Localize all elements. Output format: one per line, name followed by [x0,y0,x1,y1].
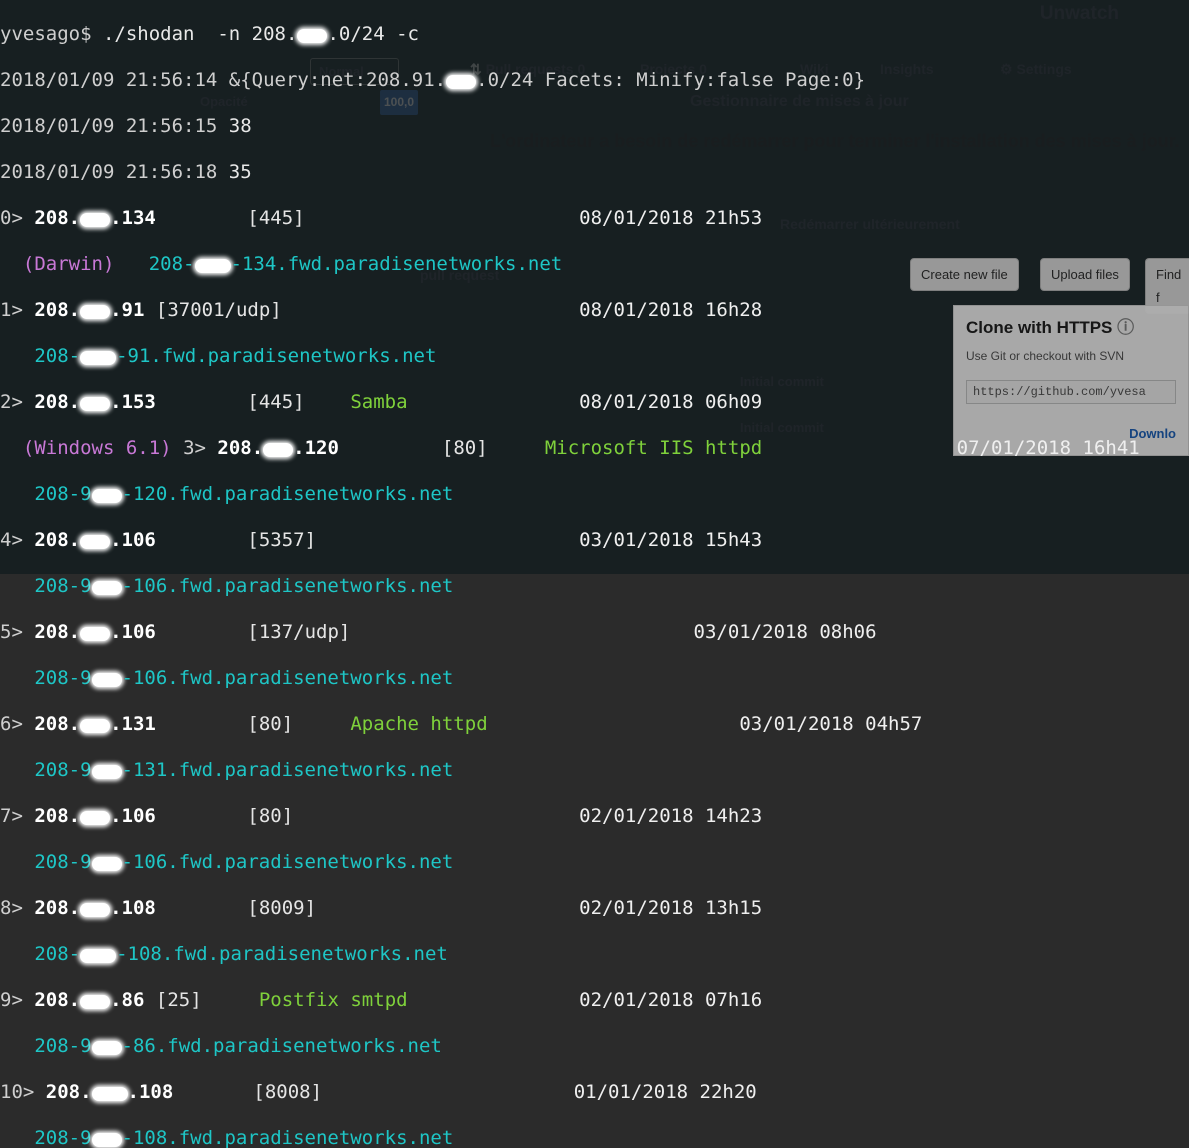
result-9-host: 208-9-86.fwd.paradisenetworks.net [0,1035,1185,1058]
result-6: 6> 208..131 [80] Apache httpd 03/01/2018… [0,713,1185,736]
prompt-line: yvesago$ ./shodan -n 208..0/24 -c [0,23,1185,46]
terminal[interactable]: yvesago$ ./shodan -n 208..0/24 -c 2018/0… [0,0,1189,574]
result-8: 8> 208..108 [8009] 02/01/2018 13h15 [0,897,1185,920]
result-4: 4> 208..106 [5357] 03/01/2018 15h43 [0,529,1185,552]
result-2: 2> 208..153 [445] Samba 08/01/2018 06h09 [0,391,1185,414]
result-9: 9> 208..86 [25] Postfix smtpd 02/01/2018… [0,989,1185,1012]
result-10-host: 208-9-108.fwd.paradisenetworks.net [0,1127,1185,1148]
log-line-count-1: 2018/01/09 21:56:15 38 [0,115,1185,138]
result-5: 5> 208..106 [137/udp] 03/01/2018 08h06 [0,621,1185,644]
result-1: 1> 208..91 [37001/udp] 08/01/2018 16h28 [0,299,1185,322]
result-0-host: (Darwin) 208--134.fwd.paradisenetworks.n… [0,253,1185,276]
result-1-host: 208--91.fwd.paradisenetworks.net [0,345,1185,368]
result-7: 7> 208..106 [80] 02/01/2018 14h23 [0,805,1185,828]
result-4-host: 208-9-106.fwd.paradisenetworks.net [0,575,1185,598]
log-line-query: 2018/01/09 21:56:14 &{Query:net:208.91..… [0,69,1185,92]
result-7-host: 208-9-106.fwd.paradisenetworks.net [0,851,1185,874]
log-line-count-2: 2018/01/09 21:56:18 35 [0,161,1185,184]
command: ./shodan -n 208..0/24 -c [103,23,419,45]
result-0: 0> 208..134 [445] 08/01/2018 21h53 [0,207,1185,230]
result-5-host: 208-9-106.fwd.paradisenetworks.net [0,667,1185,690]
result-6-host: 208-9-131.fwd.paradisenetworks.net [0,759,1185,782]
result-8-host: 208--108.fwd.paradisenetworks.net [0,943,1185,966]
result-3-host: 208-9-120.fwd.paradisenetworks.net [0,483,1185,506]
result-10: 10> 208..108 [8008] 01/01/2018 22h20 [0,1081,1185,1104]
result-3: (Windows 6.1) 3> 208..120 [80] Microsoft… [0,437,1185,460]
